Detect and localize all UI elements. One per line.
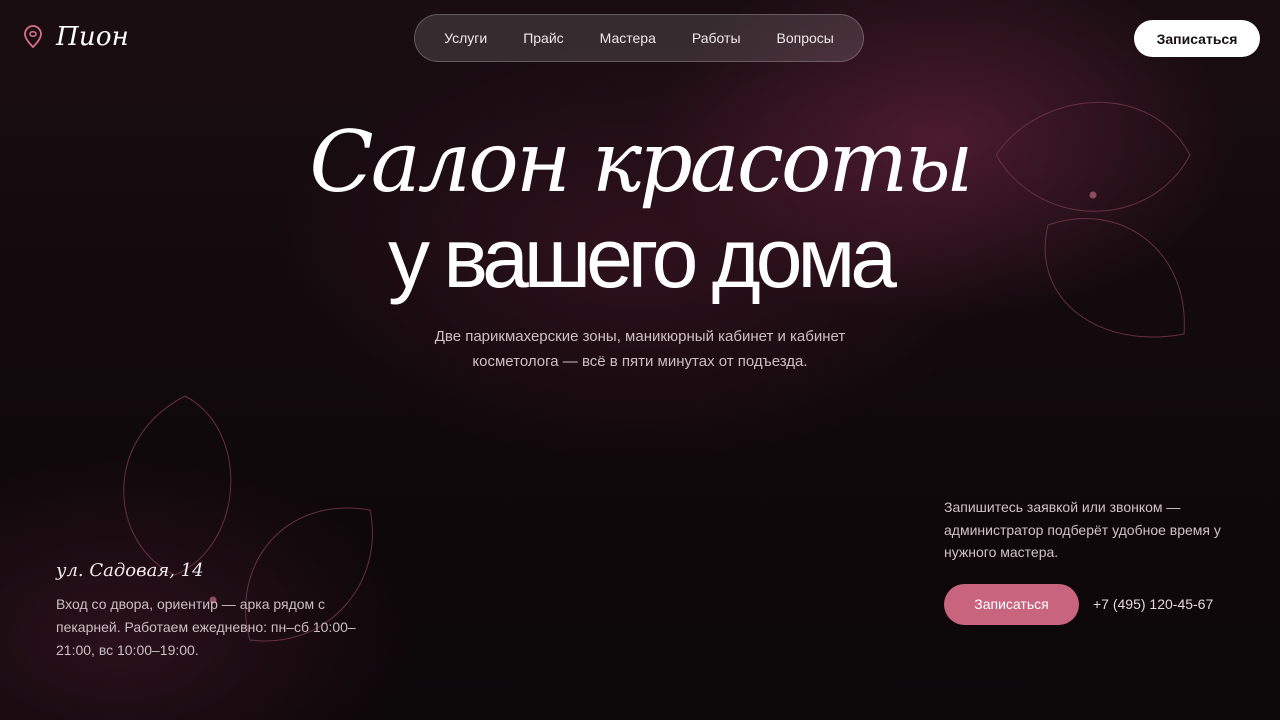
brand-name: Пион [56,22,129,52]
landing-page: Пион Услуги Прайс Мастера Работы Вопросы… [0,0,1280,720]
header-signup-button[interactable]: Записаться [1134,20,1260,57]
hero-title-line-2: у вашего дома [388,211,897,305]
nav-item-works[interactable]: Работы [674,30,759,46]
booking-signup-button[interactable]: Записаться [944,583,1079,625]
main-nav: Услуги Прайс Мастера Работы Вопросы [414,14,864,62]
hero-title-line-1: Салон красоты [309,113,973,211]
nav-item-price[interactable]: Прайс [505,30,581,46]
hero-subtitle: Две парикмахерские зоны, маникюрный каби… [434,328,846,370]
address-title: ул. Садовая, 14 [56,560,204,581]
booking-actions: Записаться +7 (495) 120-45-67 [944,583,1244,625]
nav-item-faq[interactable]: Вопросы [759,30,852,46]
address-text: Вход со двора, ориентир — арка рядом с п… [56,596,356,658]
phone-link[interactable]: +7 (495) 120-45-67 [1093,596,1213,612]
booking-text: Запишитесь заявкой или звонком — админис… [944,499,1221,560]
petal-outline [123,395,232,576]
address-block: ул. Садовая, 14 Вход со двора, ориентир … [56,560,356,662]
booking-block: Запишитесь заявкой или звонком — админис… [944,496,1244,625]
nav-item-masters[interactable]: Мастера [582,30,674,46]
nav-item-services[interactable]: Услуги [426,30,505,46]
peony-pin-icon [24,25,42,49]
brand-logo[interactable]: Пион [22,22,129,52]
